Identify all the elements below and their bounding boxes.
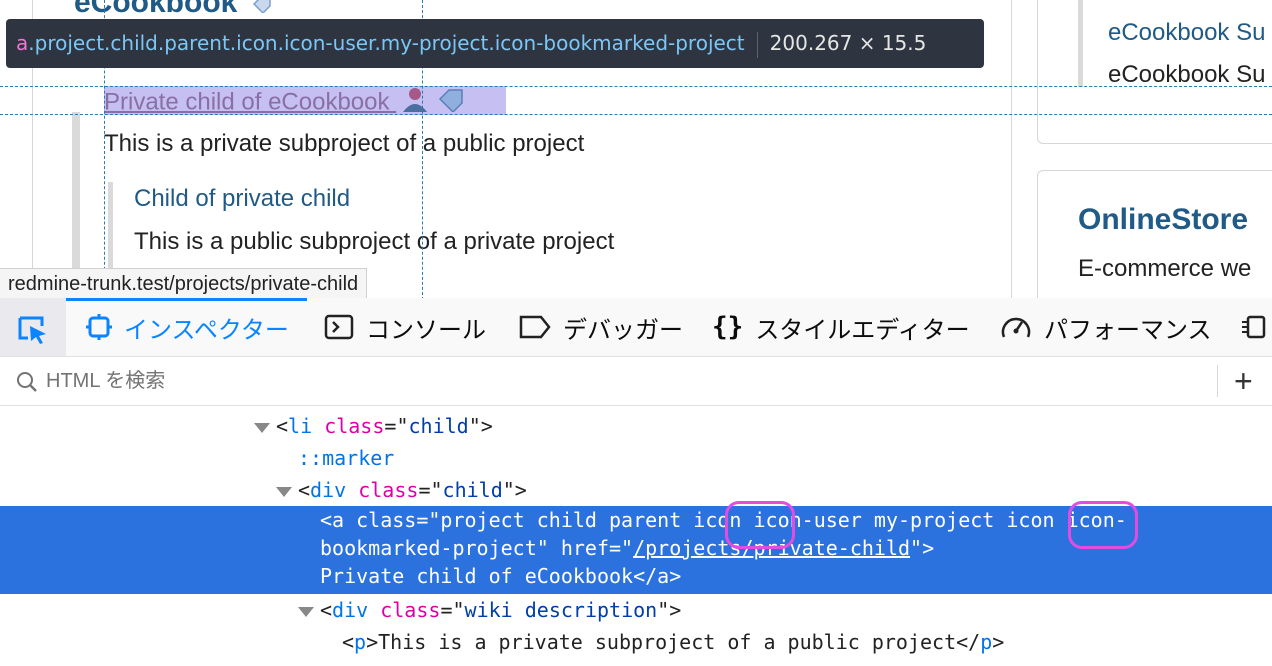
infobar-tag: a (16, 31, 29, 55)
project-description: E-commerce we (1078, 255, 1252, 282)
attr-value: wiki description (464, 598, 658, 622)
tree-node-marker[interactable]: ::marker (0, 442, 1272, 474)
project-title[interactable]: OnlineStore (1078, 203, 1248, 237)
divider (756, 31, 758, 58)
divider (1011, 0, 1012, 300)
project-card-ecookbook-sub: eCookbook Su eCookbook Su (1037, 0, 1272, 144)
markup-text: Private child of eCookbook</a> (320, 564, 682, 588)
tab-performance[interactable]: パフォーマンス (1000, 298, 1212, 356)
link-status-url: redmine-trunk.test/projects/private-chil… (0, 268, 368, 299)
bookmark-tag-icon (252, 0, 271, 14)
tab-label: パフォーマンス (1044, 316, 1212, 344)
tab-console[interactable]: コンソール (324, 298, 486, 356)
expand-toggle-icon[interactable] (276, 486, 292, 497)
project-description: This is a public subproject of a private… (134, 228, 615, 255)
markup-text: <a class="project child parent (320, 508, 694, 532)
infobar-classes: .project.child.parent.icon.icon-user.my-… (28, 31, 745, 55)
tag-name: div (310, 478, 347, 502)
markup-text: bookmarked-project" href=" (320, 536, 634, 560)
project-description: eCookbook Su (1108, 61, 1266, 88)
selected-node-markup: <a class="project child parent icon icon… (320, 506, 1127, 590)
tab-label: インスペクター (124, 316, 289, 344)
debugger-icon (519, 314, 551, 340)
tree-node-li[interactable]: <li class="child"> (0, 410, 1272, 442)
search-icon (17, 372, 37, 392)
inspector-infobar: a.project.child.parent.icon.icon-user.my… (6, 19, 984, 68)
project-link-text[interactable]: Private child of eCookbook (104, 88, 390, 115)
tree-node-wiki-div[interactable]: <div class="wiki description"> (0, 594, 1272, 626)
tab-label: デバッガー (563, 316, 683, 344)
annotation-circle (725, 501, 795, 549)
console-icon (324, 314, 354, 340)
add-node-button[interactable]: + (1234, 357, 1253, 405)
project-link-private-child[interactable]: Private child of eCookbook (104, 86, 506, 116)
devtools-panel: インスペクター コンソール デバッガー {} スタイルエディター パフォーマンス (0, 298, 1272, 666)
divider (1217, 365, 1218, 397)
attr-value: child (442, 478, 503, 502)
project-link[interactable]: eCookbook Su (1108, 19, 1265, 47)
text-node: This is a private subproject of a public… (378, 630, 957, 654)
child-indent-bar (1078, 0, 1083, 87)
project-title-text[interactable]: eCookbook (74, 0, 237, 19)
performance-icon (1000, 313, 1032, 341)
pseudo-element: ::marker (298, 446, 395, 470)
expand-toggle-icon[interactable] (298, 606, 314, 617)
style-editor-icon: {} (712, 312, 744, 342)
highlight-guide (0, 86, 1272, 87)
tree-node-p[interactable]: <p>This is a private subproject of a pub… (0, 626, 1272, 658)
markup-text: icon (1006, 508, 1055, 532)
attr-value: child (408, 414, 469, 438)
memory-icon (1240, 313, 1270, 341)
tab-inspector[interactable]: インスペクター (66, 298, 307, 356)
tab-style-editor[interactable]: {} スタイルエディター (712, 298, 970, 356)
project-link-child-of-private-child[interactable]: Child of private child (134, 185, 350, 213)
project-card-onlinestore: OnlineStore E-commerce we (1037, 170, 1272, 300)
element-picker-button[interactable] (0, 298, 66, 356)
markup-text: "> (910, 536, 935, 560)
web-page-viewport: eCookbook Private child of eCookbook Thi… (0, 0, 1272, 300)
tab-label: コンソール (366, 316, 486, 344)
html-search-input[interactable]: HTML を検索 (46, 357, 165, 405)
annotation-circle (1068, 501, 1138, 549)
tab-more[interactable] (1240, 298, 1272, 356)
tab-label: スタイルエディター (755, 316, 970, 344)
expand-toggle-icon[interactable] (254, 422, 270, 433)
infobar-dimensions: 200.267 × 15.5 (769, 31, 927, 55)
inspector-icon (86, 314, 112, 340)
tab-debugger[interactable]: デバッガー (519, 298, 683, 356)
user-icon (403, 88, 428, 112)
devtools-toolbar: インスペクター コンソール デバッガー {} スタイルエディター パフォーマンス (0, 298, 1272, 357)
highlight-guide (0, 114, 1272, 115)
element-picker-icon (18, 316, 46, 344)
bookmark-tag-icon (438, 89, 463, 114)
tag-name: li (288, 414, 313, 438)
html-search-bar: HTML を検索 + (0, 357, 1272, 406)
project-description: This is a private subproject of a public… (104, 130, 585, 157)
